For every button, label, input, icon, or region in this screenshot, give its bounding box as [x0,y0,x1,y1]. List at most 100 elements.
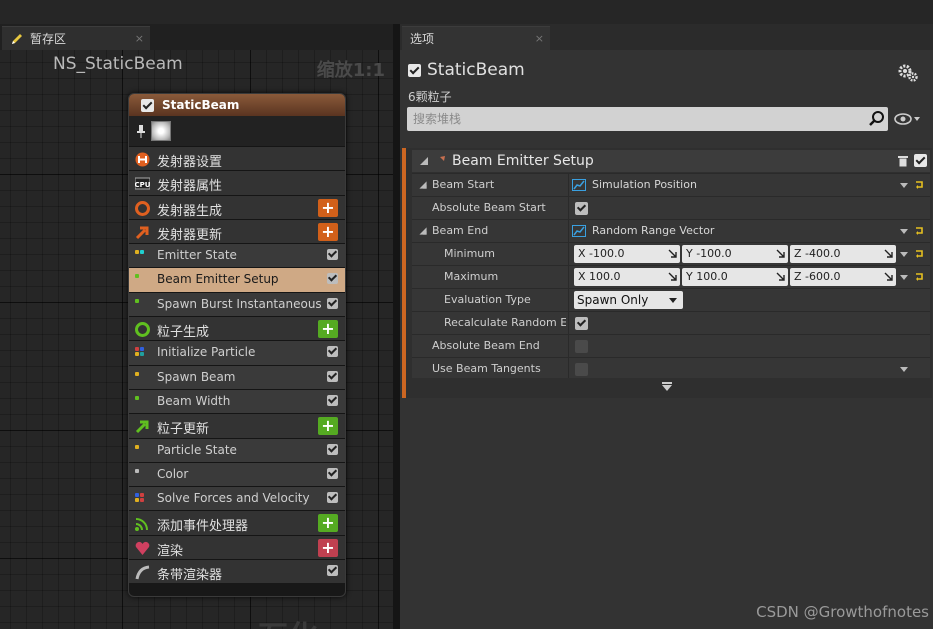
expand-triangle-icon[interactable] [419,227,427,235]
prop-name: Beam Start [432,178,495,191]
node-section-row[interactable]: CPU 发射器属性 [129,170,345,195]
module-enabled-checkbox[interactable] [327,370,338,382]
drag-arrow-icon[interactable] [884,249,893,258]
drag-arrow-icon[interactable] [668,272,677,281]
collapse-triangle-icon[interactable] [420,157,428,165]
prop-name: Beam End [432,224,489,237]
module-enabled-checkbox[interactable] [327,346,338,358]
module-enabled-checkbox[interactable] [327,565,338,577]
search-icon[interactable] [868,110,886,128]
module-header[interactable]: Beam Emitter Setup [412,150,930,172]
column-divider[interactable] [568,220,569,243]
column-divider[interactable] [568,335,569,358]
panel-splitter[interactable] [393,24,400,629]
node-section-row[interactable]: 发射器设置 [129,146,345,171]
tab-scratch-pad[interactable]: 暂存区 × [2,26,150,50]
node-module-row[interactable]: Beam Width [129,388,345,414]
column-divider[interactable] [568,243,569,266]
close-icon[interactable]: × [535,32,544,45]
emitter-node[interactable]: StaticBeam 发射器设置 CPU 发射器属性 发射器生成 + 发射器更新 + Emit… [128,93,346,597]
node-module-row[interactable]: Solve Forces and Velocity [129,486,345,511]
module-enabled-checkbox[interactable] [327,249,338,261]
minimum-z-field[interactable]: Z -400.0 [790,245,896,263]
node-section-row[interactable]: 粒子生成 + [129,316,345,341]
minimum-y-field[interactable]: Y -100.0 [682,245,788,263]
node-section-row[interactable]: 添加事件处理器 + [129,510,345,535]
expand-more-icon[interactable] [662,382,672,392]
module-enabled-checkbox[interactable] [327,443,338,455]
node-module-row[interactable]: Emitter State [129,243,345,268]
absolute-beam-end-checkbox[interactable] [575,340,588,353]
reset-arrow-icon[interactable] [915,273,923,281]
column-divider[interactable] [568,312,569,335]
node-section-row[interactable]: 条带渲染器 [129,559,345,584]
cpu-icon: CPU [135,177,150,190]
node-module-row[interactable]: Spawn Beam [129,364,345,389]
module-enabled-checkbox[interactable] [914,154,927,167]
emitter-node-header[interactable]: StaticBeam [129,94,345,116]
use-beam-tangents-checkbox[interactable] [575,363,588,376]
trash-icon[interactable] [898,155,908,167]
add-module-button[interactable]: + [318,514,338,533]
column-divider[interactable] [568,197,569,220]
column-divider[interactable] [568,266,569,289]
evaluation-type-select[interactable]: Spawn Only [574,291,683,309]
beam-end-value[interactable]: Random Range Vector [572,224,714,237]
search-input[interactable] [407,107,867,131]
close-icon[interactable]: × [135,32,144,45]
reset-arrow-icon[interactable] [915,181,923,189]
maximum-y-field[interactable]: Y 100.0 [682,268,788,286]
maximum-z-field[interactable]: Z -600.0 [790,268,896,286]
chevron-down-icon[interactable] [900,252,908,257]
absolute-beam-start-checkbox[interactable] [575,202,588,215]
chevron-down-icon[interactable] [900,367,908,372]
module-enabled-checkbox[interactable] [327,467,338,479]
module-enabled-checkbox[interactable] [327,297,338,309]
reset-arrow-icon[interactable] [915,227,923,235]
chevron-down-icon[interactable] [900,183,908,188]
node-module-row[interactable]: Color [129,461,345,487]
add-module-button[interactable]: + [318,417,338,436]
update-arrow-icon [135,420,149,434]
column-divider[interactable] [568,289,569,312]
node-section-row[interactable]: 发射器生成 + [129,194,345,219]
node-module-row[interactable]: Initialize Particle [129,340,345,365]
module-enabled-checkbox[interactable] [327,394,338,406]
chevron-down-icon[interactable] [900,229,908,234]
reset-arrow-icon[interactable] [915,250,923,258]
emitter-thumbnail[interactable] [151,121,171,141]
beam-start-value[interactable]: Simulation Position [572,178,697,191]
node-module-row[interactable]: Particle State [129,437,345,462]
watermark-text: CSDN @Growthofnotes [756,603,929,621]
add-module-button[interactable]: + [318,222,338,241]
eye-icon[interactable] [894,112,920,126]
pin-icon[interactable] [135,124,147,138]
minimum-x-field[interactable]: X -100.0 [574,245,680,263]
recalculate-random-checkbox[interactable] [575,317,588,330]
node-module-row[interactable]: Beam Emitter Setup [129,267,345,292]
emitter-enabled-checkbox[interactable] [141,98,154,112]
add-module-button[interactable]: + [318,198,338,217]
node-section-row[interactable]: 粒子更新 + [129,413,345,438]
drag-arrow-icon[interactable] [776,272,785,281]
node-row-label: 发射器属性 [157,179,223,195]
column-divider[interactable] [568,174,569,197]
node-section-row[interactable]: 发射器更新 + [129,218,345,244]
node-section-row[interactable]: 渲染 + [129,534,345,560]
module-enabled-checkbox[interactable] [327,273,338,285]
tab-selection[interactable]: 选项 × [402,26,550,50]
drag-arrow-icon[interactable] [668,249,677,258]
gear-icon[interactable] [897,62,919,84]
module-enabled-checkbox[interactable] [327,492,338,504]
add-module-button[interactable]: + [318,538,338,557]
node-module-row[interactable]: Spawn Burst Instantaneous [129,291,345,317]
chevron-down-icon[interactable] [900,275,908,280]
prop-beam-end: Beam End Random Range Vector [412,219,930,243]
scratch-pad-panel: 暂存区 × NS_StaticBeam 缩放1:1 石化 StaticBeam … [0,24,393,629]
maximum-x-field[interactable]: X 100.0 [574,268,680,286]
drag-arrow-icon[interactable] [776,249,785,258]
drag-arrow-icon[interactable] [884,272,893,281]
add-module-button[interactable]: + [318,320,338,339]
expand-triangle-icon[interactable] [419,181,427,189]
emitter-enabled-checkbox[interactable] [408,63,421,77]
